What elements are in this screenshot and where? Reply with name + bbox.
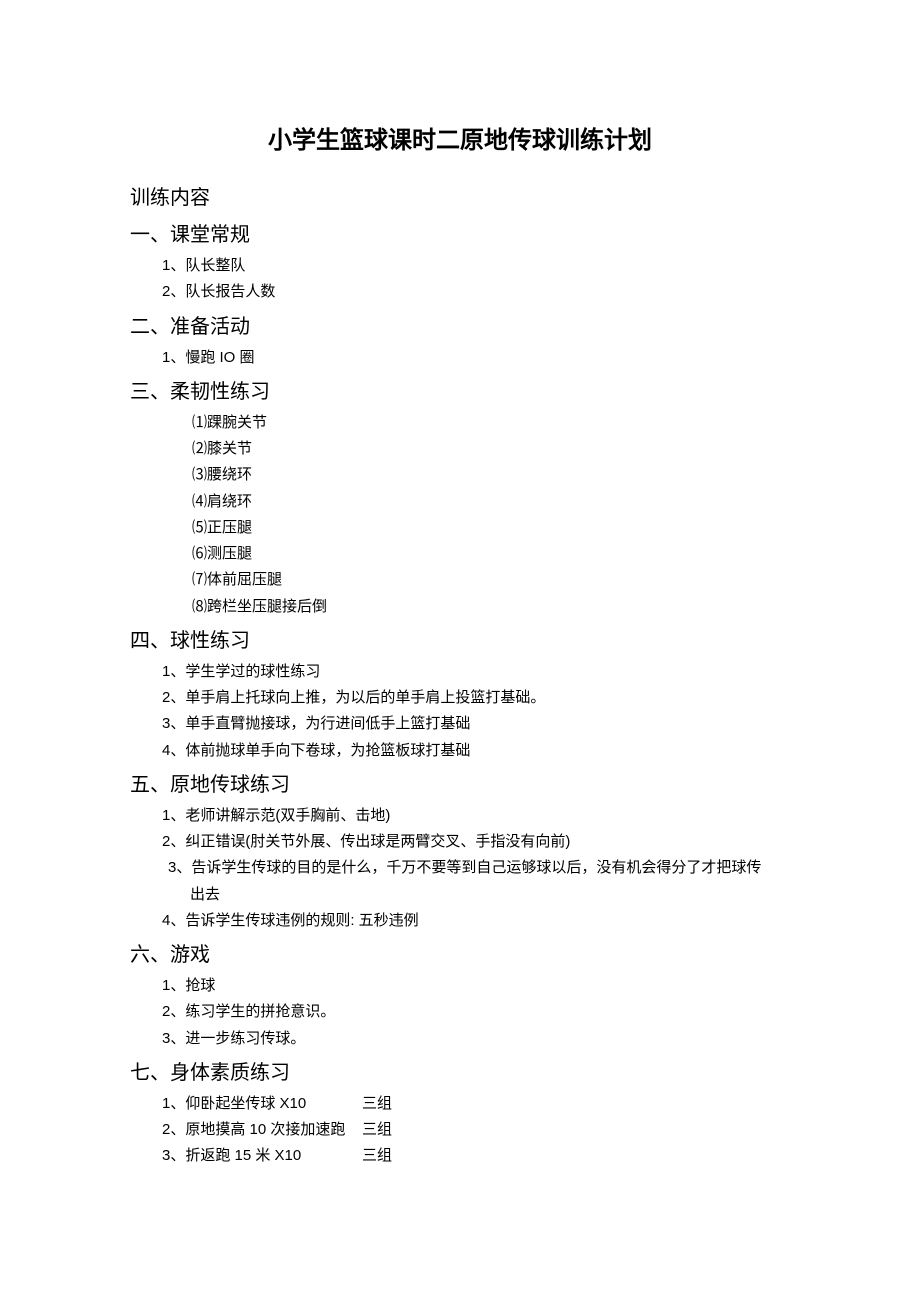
list-item: 1、学生学过的球性练习 xyxy=(162,659,790,685)
section-7-list: 1、仰卧起坐传球 X10 三组 2、原地摸高 10 次接加速跑 三组 3、折返跑… xyxy=(130,1091,790,1170)
list-item-continuation: 出去 xyxy=(162,882,790,908)
page-title: 小学生篮球课时二原地传球训练计划 xyxy=(130,120,790,155)
list-item: ⑹测压腿 xyxy=(192,541,790,567)
list-item: 1、老师讲解示范(双手胸前、击地) xyxy=(162,803,790,829)
list-item: ⑶腰绕环 xyxy=(192,462,790,488)
exercise-name: 1、仰卧起坐传球 X10 xyxy=(162,1091,362,1117)
list-item: 3、进一步练习传球。 xyxy=(162,1026,790,1052)
exercise-sets: 三组 xyxy=(362,1091,392,1117)
list-item: ⑷肩绕环 xyxy=(192,489,790,515)
section-3: 三、柔韧性练习 ⑴踝腕关节 ⑵膝关节 ⑶腰绕环 ⑷肩绕环 ⑸正压腿 ⑹测压腿 ⑺… xyxy=(130,375,790,620)
section-6: 六、游戏 1、抢球 2、练习学生的拼抢意识。 3、进一步练习传球。 xyxy=(130,938,790,1052)
list-item: ⑴踝腕关节 xyxy=(192,410,790,436)
list-item: 2、原地摸高 10 次接加速跑 三组 xyxy=(162,1117,790,1143)
section-2-list: 1、慢跑 IO 圈 xyxy=(130,345,790,371)
content-label: 训练内容 xyxy=(130,181,790,210)
section-1-list: 1、队长整队 2、队长报告人数 xyxy=(130,253,790,306)
exercise-sets: 三组 xyxy=(362,1143,392,1169)
list-item: ⑵膝关节 xyxy=(192,436,790,462)
exercise-name: 3、折返跑 15 米 X10 xyxy=(162,1143,362,1169)
list-item: 4、体前抛球单手向下卷球，为抢篮板球打基础 xyxy=(162,738,790,764)
exercise-name: 2、原地摸高 10 次接加速跑 xyxy=(162,1117,362,1143)
list-item: ⑸正压腿 xyxy=(192,515,790,541)
section-1: 一、课堂常规 1、队长整队 2、队长报告人数 xyxy=(130,218,790,306)
section-4-heading: 四、球性练习 xyxy=(130,624,790,653)
list-item: 1、慢跑 IO 圈 xyxy=(162,345,790,371)
list-item: 1、仰卧起坐传球 X10 三组 xyxy=(162,1091,790,1117)
section-7-heading: 七、身体素质练习 xyxy=(130,1056,790,1085)
section-4: 四、球性练习 1、学生学过的球性练习 2、单手肩上托球向上推，为以后的单手肩上投… xyxy=(130,624,790,764)
exercise-sets: 三组 xyxy=(362,1117,392,1143)
list-item: 1、抢球 xyxy=(162,973,790,999)
section-3-list: ⑴踝腕关节 ⑵膝关节 ⑶腰绕环 ⑷肩绕环 ⑸正压腿 ⑹测压腿 ⑺体前屈压腿 ⑻跨… xyxy=(130,410,790,620)
section-2-heading: 二、准备活动 xyxy=(130,310,790,339)
list-item: 4、告诉学生传球违例的规则: 五秒违例 xyxy=(162,908,790,934)
list-item: 2、纠正错误(肘关节外展、传出球是两臂交叉、手指没有向前) xyxy=(162,829,790,855)
section-5-list: 1、老师讲解示范(双手胸前、击地) 2、纠正错误(肘关节外展、传出球是两臂交叉、… xyxy=(130,803,790,934)
list-item: 1、队长整队 xyxy=(162,253,790,279)
list-item: 3、折返跑 15 米 X10 三组 xyxy=(162,1143,790,1169)
list-item: 2、单手肩上托球向上推，为以后的单手肩上投篮打基础。 xyxy=(162,685,790,711)
list-item: 2、练习学生的拼抢意识。 xyxy=(162,999,790,1025)
list-item: ⑺体前屈压腿 xyxy=(192,567,790,593)
list-item: ⑻跨栏坐压腿接后倒 xyxy=(192,594,790,620)
section-1-heading: 一、课堂常规 xyxy=(130,218,790,247)
section-3-heading: 三、柔韧性练习 xyxy=(130,375,790,404)
section-7: 七、身体素质练习 1、仰卧起坐传球 X10 三组 2、原地摸高 10 次接加速跑… xyxy=(130,1056,790,1170)
section-2: 二、准备活动 1、慢跑 IO 圈 xyxy=(130,310,790,371)
section-5-heading: 五、原地传球练习 xyxy=(130,768,790,797)
list-item: 3、告诉学生传球的目的是什么，千万不要等到自己运够球以后，没有机会得分了才把球传 xyxy=(162,855,790,881)
section-5: 五、原地传球练习 1、老师讲解示范(双手胸前、击地) 2、纠正错误(肘关节外展、… xyxy=(130,768,790,934)
section-4-list: 1、学生学过的球性练习 2、单手肩上托球向上推，为以后的单手肩上投篮打基础。 3… xyxy=(130,659,790,764)
section-6-list: 1、抢球 2、练习学生的拼抢意识。 3、进一步练习传球。 xyxy=(130,973,790,1052)
section-6-heading: 六、游戏 xyxy=(130,938,790,967)
list-item: 3、单手直臂抛接球，为行进间低手上篮打基础 xyxy=(162,711,790,737)
list-item: 2、队长报告人数 xyxy=(162,279,790,305)
